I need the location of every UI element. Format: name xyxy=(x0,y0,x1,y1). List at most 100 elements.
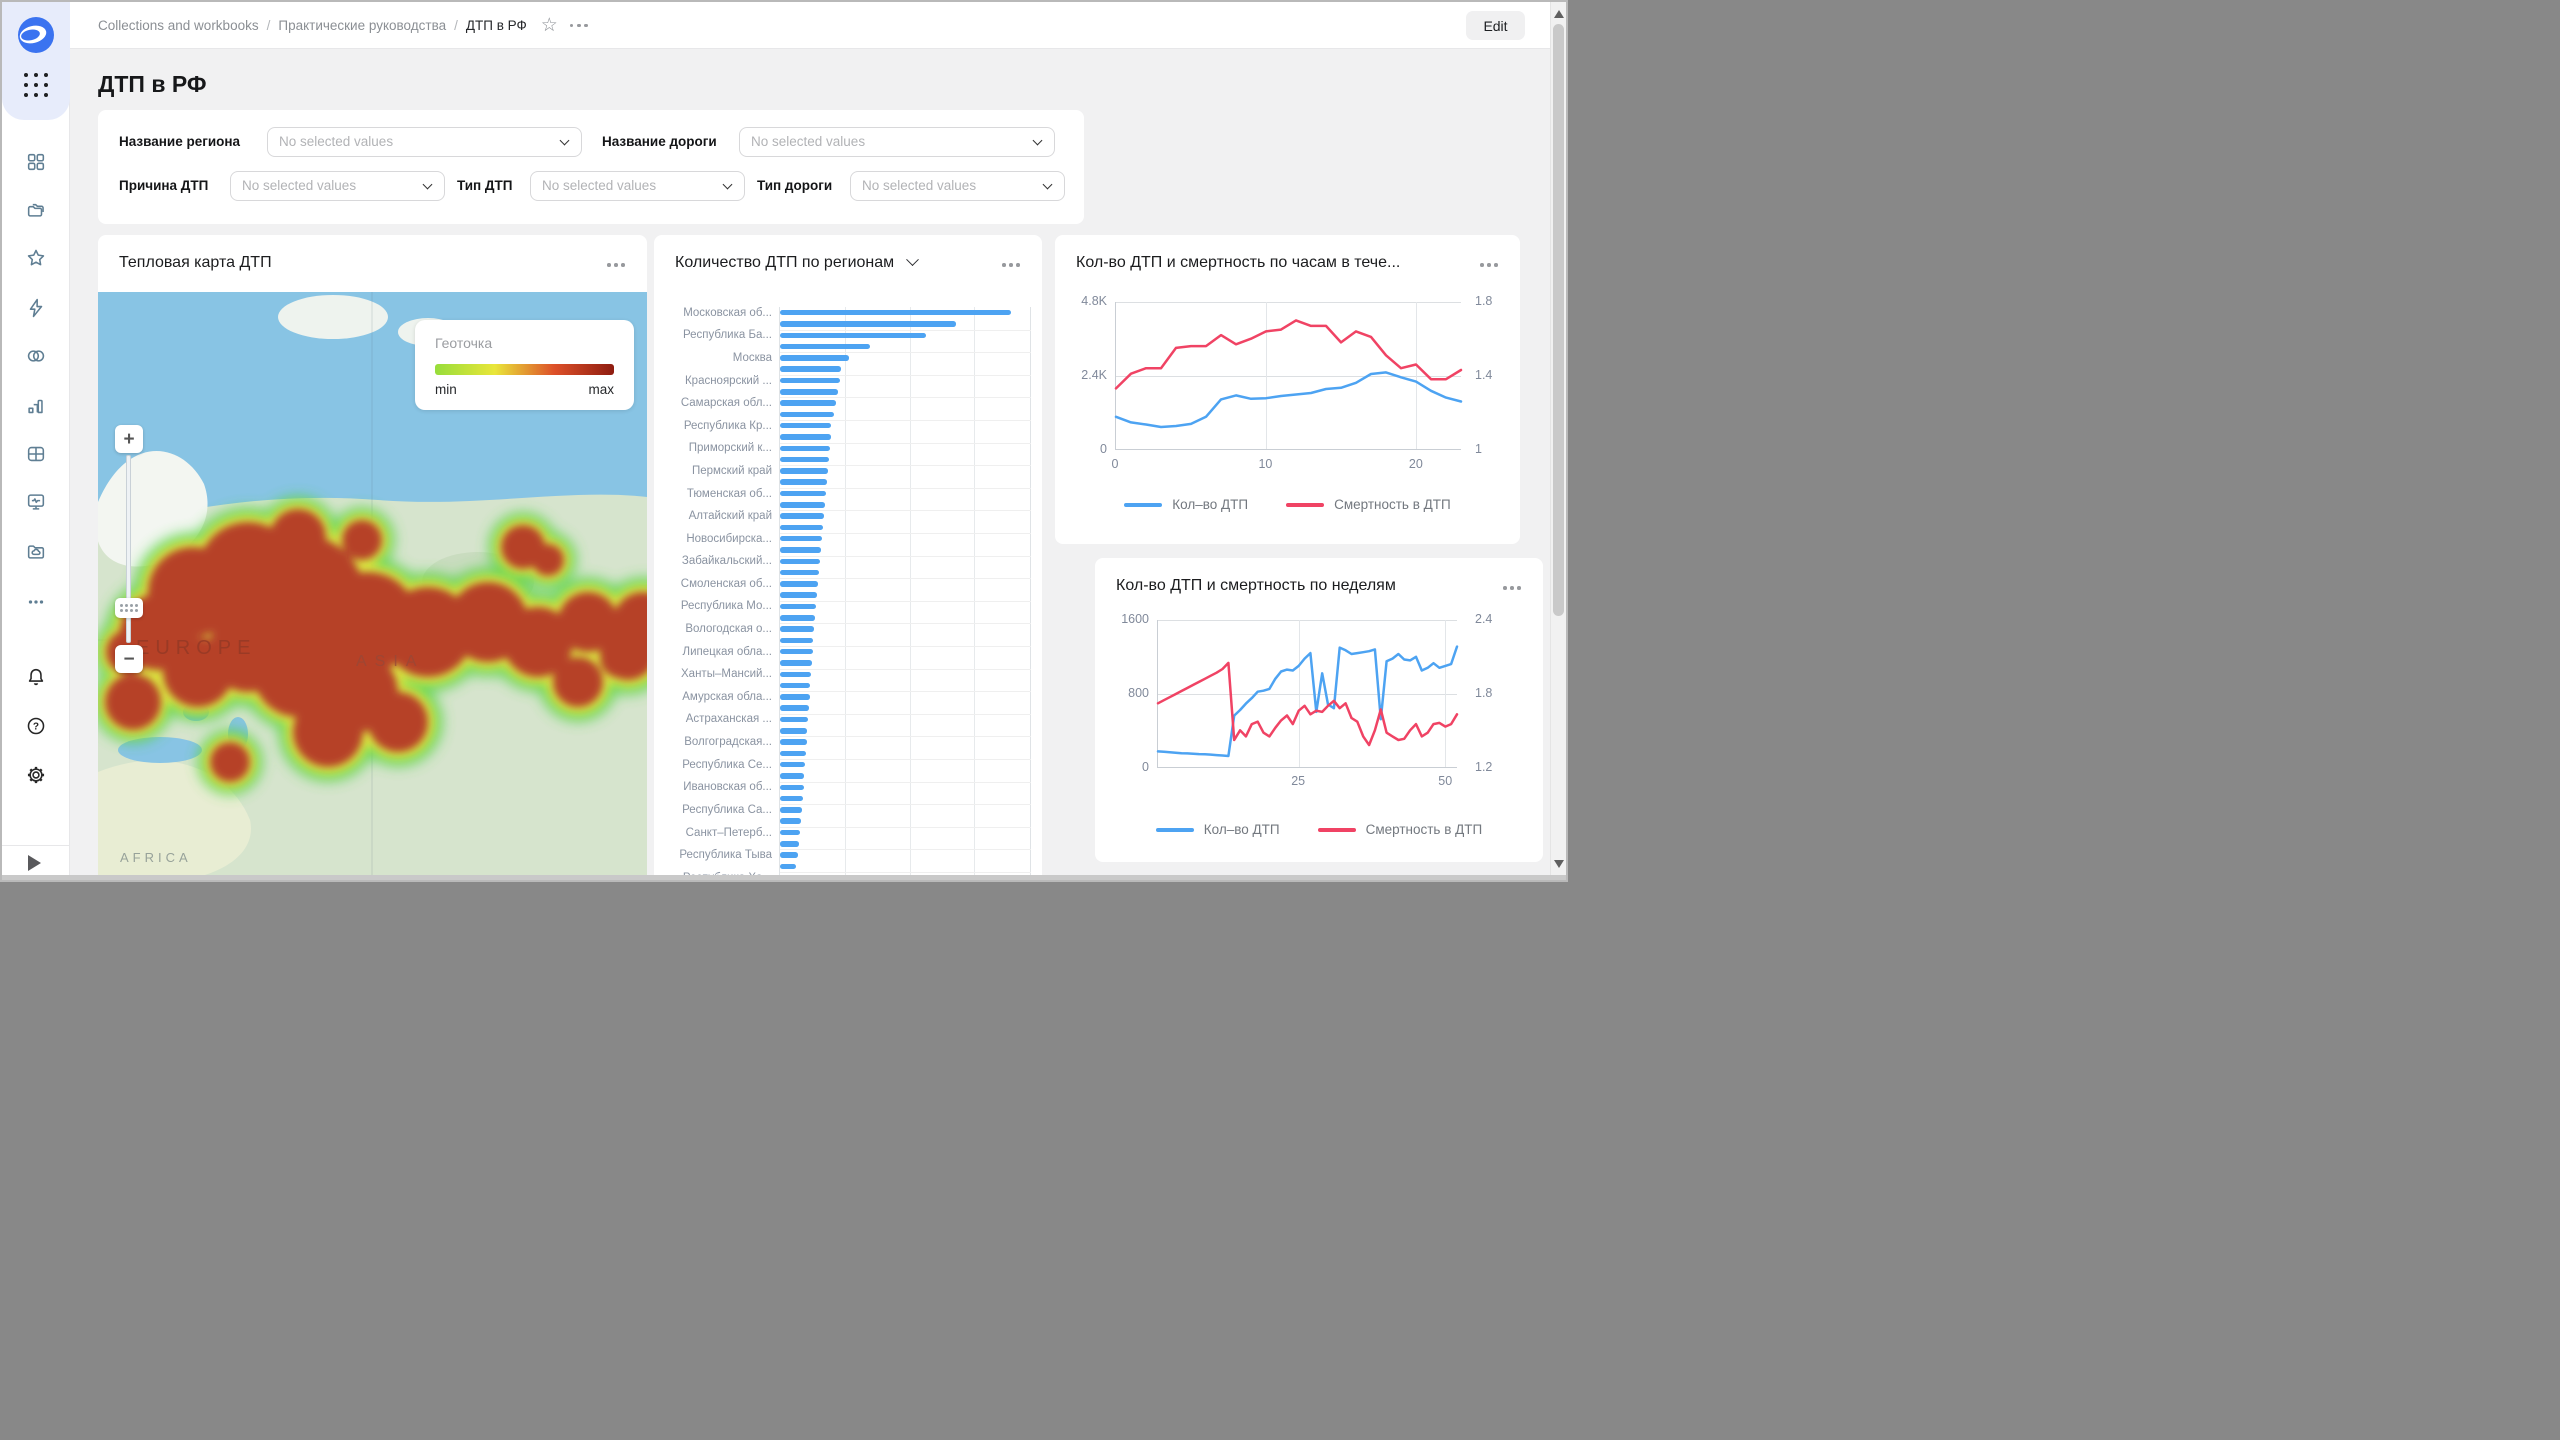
bar[interactable] xyxy=(780,400,836,406)
filter-select-accident-type[interactable]: No selected values xyxy=(530,171,745,201)
sidebar-item-collections[interactable] xyxy=(25,199,47,221)
bar[interactable] xyxy=(780,705,809,711)
bar[interactable] xyxy=(780,762,805,768)
bar[interactable] xyxy=(780,852,798,858)
bar[interactable] xyxy=(780,559,820,565)
bar[interactable] xyxy=(780,751,806,757)
bar[interactable] xyxy=(780,536,822,542)
series-line[interactable] xyxy=(1158,663,1457,745)
heatmap-map[interactable]: EUROPE ASIA AFRICA Геоточка min max + − xyxy=(98,292,647,882)
notifications-button[interactable] xyxy=(25,666,47,688)
bar[interactable] xyxy=(780,502,825,508)
bar[interactable] xyxy=(780,581,818,587)
filter-select-cause[interactable]: No selected values xyxy=(230,171,445,201)
map-zoom-handle[interactable] xyxy=(115,598,143,618)
bar[interactable] xyxy=(780,683,810,689)
bar[interactable] xyxy=(780,310,1011,316)
breadcrumb-menu-icon[interactable] xyxy=(566,20,592,32)
bar[interactable] xyxy=(780,423,831,429)
bar[interactable] xyxy=(780,818,801,824)
bar[interactable] xyxy=(780,333,926,339)
bar[interactable] xyxy=(780,728,807,734)
filter-select-region[interactable]: No selected values xyxy=(267,127,582,157)
settings-button[interactable] xyxy=(25,764,47,786)
bar[interactable] xyxy=(780,841,799,847)
sidebar-item-storage[interactable] xyxy=(25,541,47,563)
bar[interactable] xyxy=(780,785,804,791)
sidebar-item-monitoring[interactable] xyxy=(25,491,47,513)
edit-button[interactable]: Edit xyxy=(1466,11,1525,40)
bar[interactable] xyxy=(780,830,800,836)
bar[interactable] xyxy=(780,321,956,327)
sidebar-item-charts[interactable] xyxy=(25,395,47,417)
breadcrumb-workbook[interactable]: Практические руководства xyxy=(278,18,446,33)
sidebar-item-more[interactable] xyxy=(25,591,47,613)
filter-select-road-type[interactable]: No selected values xyxy=(850,171,1065,201)
bar[interactable] xyxy=(780,615,815,621)
sidebar-item-dashboards[interactable] xyxy=(25,151,47,173)
series-line[interactable] xyxy=(1116,320,1461,388)
weekly-chart-menu-icon[interactable] xyxy=(1499,582,1525,594)
bar[interactable] xyxy=(780,355,849,361)
datalens-logo-icon[interactable] xyxy=(17,16,55,54)
map-zoom-out-button[interactable]: − xyxy=(115,645,143,673)
bar[interactable] xyxy=(780,468,828,474)
favorite-star-icon[interactable]: ☆ xyxy=(541,16,558,35)
bar[interactable] xyxy=(780,626,814,632)
bar[interactable] xyxy=(780,592,817,598)
scroll-up-icon[interactable] xyxy=(1554,10,1564,18)
bar[interactable] xyxy=(780,864,796,870)
region-bars-plot[interactable] xyxy=(779,307,1031,882)
bar[interactable] xyxy=(780,434,831,440)
sidebar-item-favorites[interactable] xyxy=(25,247,47,269)
sidebar-expand-icon[interactable] xyxy=(28,855,41,871)
sidebar-item-datasets[interactable] xyxy=(25,345,47,367)
sidebar-item-tables[interactable] xyxy=(25,443,47,465)
bar[interactable] xyxy=(780,378,840,384)
legend-item-mortality[interactable]: Смертность в ДТП xyxy=(1286,497,1451,512)
series-line[interactable] xyxy=(1158,647,1457,756)
hourly-chart-plot[interactable] xyxy=(1115,302,1461,450)
bar[interactable] xyxy=(780,525,823,531)
heatmap-menu-icon[interactable] xyxy=(603,259,629,271)
bar[interactable] xyxy=(780,604,816,610)
scroll-down-icon[interactable] xyxy=(1554,860,1564,868)
bar[interactable] xyxy=(780,694,810,700)
bar[interactable] xyxy=(780,547,821,553)
bar[interactable] xyxy=(780,796,803,802)
map-zoom-in-button[interactable]: + xyxy=(115,425,143,453)
bar[interactable] xyxy=(780,739,807,745)
apps-menu-icon[interactable] xyxy=(24,73,50,99)
legend-item-accidents[interactable]: Кол–во ДТП xyxy=(1156,822,1280,837)
bar[interactable] xyxy=(780,807,802,813)
bar[interactable] xyxy=(780,513,824,519)
bar[interactable] xyxy=(780,366,841,372)
help-button[interactable]: ? xyxy=(25,715,47,737)
bar[interactable] xyxy=(780,389,838,395)
breadcrumb-collections[interactable]: Collections and workbooks xyxy=(98,18,259,33)
bar[interactable] xyxy=(780,457,829,463)
bar[interactable] xyxy=(780,570,819,576)
legend-item-mortality[interactable]: Смертность в ДТП xyxy=(1318,822,1483,837)
legend-item-accidents[interactable]: Кол–во ДТП xyxy=(1124,497,1248,512)
scrollbar-thumb[interactable] xyxy=(1553,24,1564,616)
bar[interactable] xyxy=(780,446,830,452)
bar[interactable] xyxy=(780,491,826,497)
series-line[interactable] xyxy=(1116,372,1461,427)
bar[interactable] xyxy=(780,412,834,418)
bar[interactable] xyxy=(780,649,813,655)
bar[interactable] xyxy=(780,717,808,723)
bar[interactable] xyxy=(780,660,812,666)
bar[interactable] xyxy=(780,773,804,779)
regions-bar-menu-icon[interactable] xyxy=(998,259,1024,271)
bar[interactable] xyxy=(780,344,870,350)
weekly-chart-plot[interactable] xyxy=(1157,620,1457,768)
hourly-chart-menu-icon[interactable] xyxy=(1476,259,1502,271)
bar[interactable] xyxy=(780,672,811,678)
vertical-scrollbar[interactable] xyxy=(1550,2,1566,880)
widget-tab-chevron-icon[interactable] xyxy=(906,253,919,266)
bar[interactable] xyxy=(780,638,813,644)
sidebar-item-quick-access[interactable] xyxy=(25,297,47,319)
bar[interactable] xyxy=(780,479,827,485)
filter-select-road-name[interactable]: No selected values xyxy=(739,127,1055,157)
